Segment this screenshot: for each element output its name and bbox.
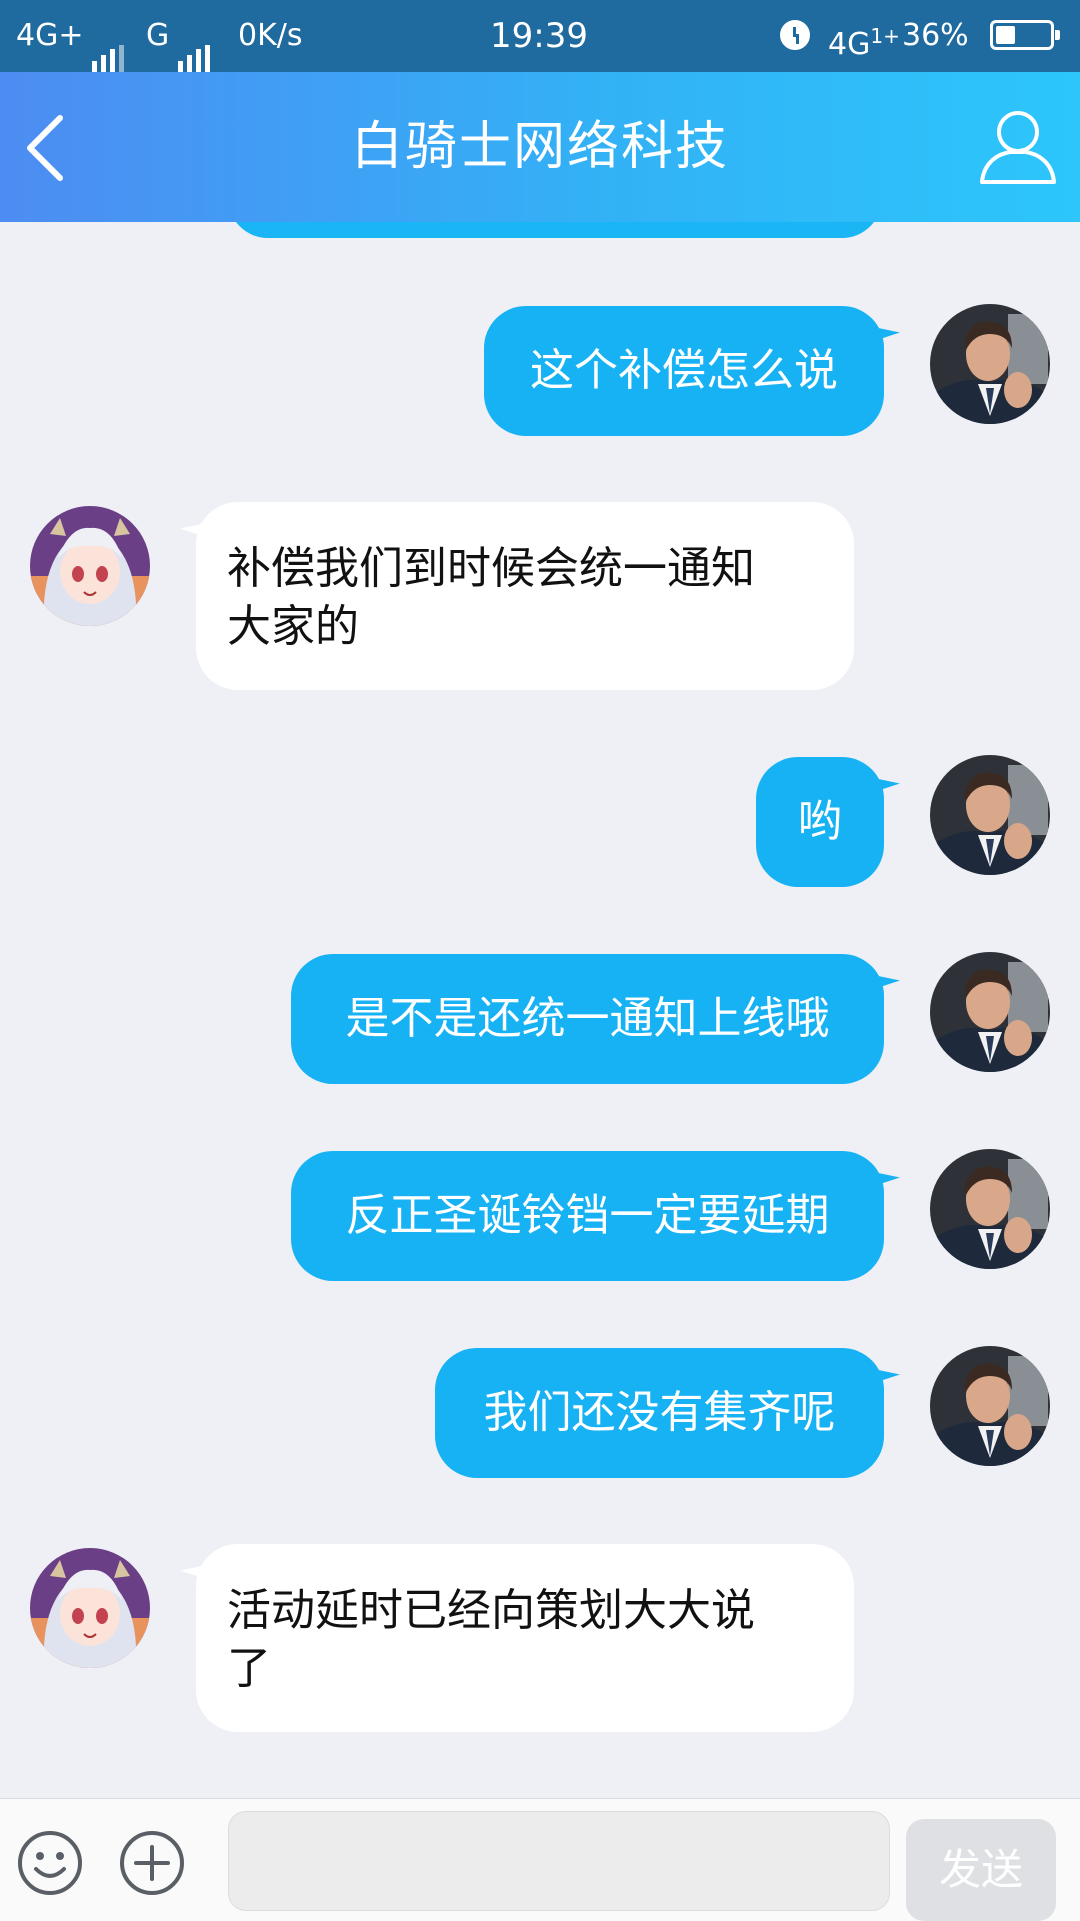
avatar-contact[interactable]: [30, 506, 150, 626]
partial-message-bubble: [228, 222, 882, 238]
message-list[interactable]: 这个补偿怎么说补偿我们到时候会统一通知 大家的哟是不是还统一通知上线哦 反正圣诞铃铛…: [0, 222, 1080, 1798]
incoming-message-bubble[interactable]: 补偿我们到时候会统一通知 大家的: [196, 502, 854, 690]
message-text: 大家的: [227, 601, 359, 652]
chevron-left-icon: [27, 115, 63, 181]
network-type-primary: 4G+: [16, 18, 84, 53]
avatar-self[interactable]: [930, 304, 1050, 424]
message-text: 反正圣诞铃铛一定要延期: [345, 1190, 830, 1241]
person-outline-icon: [980, 111, 1056, 184]
input-bar: 发送: [0, 1798, 1080, 1921]
avatar-contact[interactable]: [30, 1548, 150, 1668]
outgoing-message-bubble[interactable]: 我们还没有集齐呢: [435, 1348, 884, 1478]
chat-header: 白骑士网络科技: [0, 72, 1080, 222]
status-bar: 4G+ G 0K/s 19:39 4G1+ 36%: [0, 0, 1080, 73]
signal-bars-secondary-icon: [170, 0, 214, 73]
signal-bars-icon: [84, 0, 128, 73]
back-button[interactable]: [14, 108, 94, 188]
clock: 19:39: [490, 16, 588, 56]
message-input[interactable]: [228, 1811, 890, 1911]
outgoing-message-bubble[interactable]: 这个补偿怎么说: [484, 306, 884, 436]
message-text: 我们还没有集齐呢: [483, 1387, 836, 1438]
send-button[interactable]: 发送: [906, 1819, 1056, 1921]
battery-icon: [990, 20, 1060, 50]
chat-title: 白骑士网络科技: [350, 117, 729, 177]
message-text: 了: [227, 1643, 271, 1694]
battery-percent: 36%: [902, 18, 969, 53]
message-text: 这个补偿怎么说: [530, 345, 838, 396]
outgoing-message-bubble[interactable]: 反正圣诞铃铛一定要延期: [291, 1151, 884, 1281]
avatar-self[interactable]: [930, 952, 1050, 1072]
outgoing-message-bubble[interactable]: 是不是还统一通知上线哦: [291, 954, 884, 1084]
alarm-icon: [780, 20, 810, 50]
plus-circle-icon: [120, 1831, 184, 1895]
network-type-secondary: G: [146, 18, 170, 53]
avatar-self[interactable]: [930, 1346, 1050, 1466]
avatar-self[interactable]: [930, 755, 1050, 875]
emoji-button[interactable]: [16, 1829, 84, 1897]
network-speed: 0K/s: [238, 18, 303, 53]
plus-button[interactable]: [118, 1829, 186, 1897]
incoming-message-bubble[interactable]: 活动延时已经向策划大大说了: [196, 1544, 854, 1732]
message-text: 活动延时已经向策划大大说: [227, 1585, 755, 1636]
message-text: 补偿我们到时候会统一通知: [227, 543, 755, 594]
smiley-icon: [18, 1831, 82, 1895]
avatar-self[interactable]: [930, 1149, 1050, 1269]
message-text: 是不是还统一通知上线哦: [345, 993, 830, 1044]
profile-button[interactable]: [976, 106, 1060, 190]
outgoing-message-bubble[interactable]: 哟: [756, 757, 884, 887]
network-type-tertiary: 4G1+: [828, 24, 900, 62]
message-text: 哟: [798, 796, 842, 847]
